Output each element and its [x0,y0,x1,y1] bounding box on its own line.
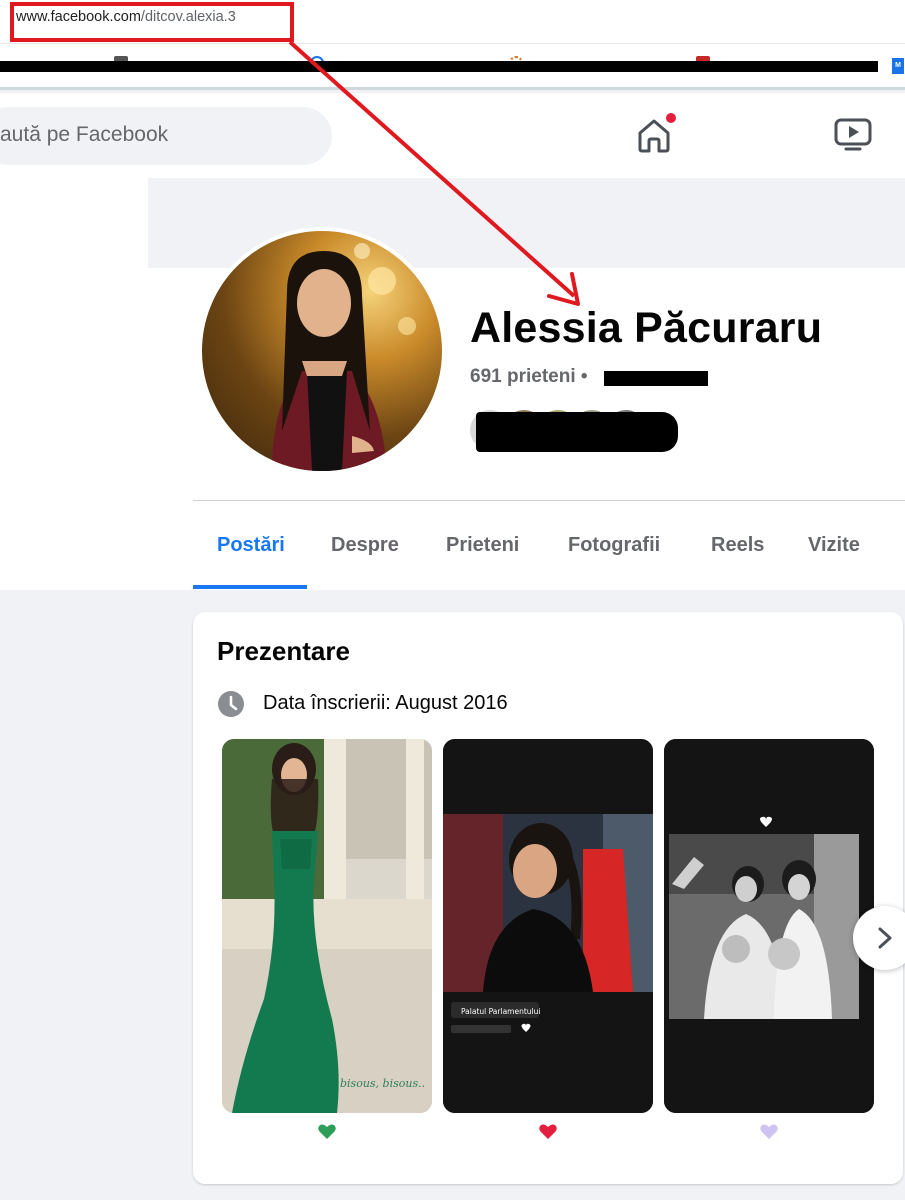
joined-date: Data înscrierii: August 2016 [263,692,508,714]
profile-name: Alessia Păcuraru [470,304,823,352]
redaction-bar-friends [476,412,678,452]
tab-posts[interactable]: Postări [217,534,285,557]
search-placeholder: aută pe Facebook [0,123,169,146]
heart-icon-lavender [760,1124,778,1139]
friends-separator: • [575,366,588,387]
tab-reels[interactable]: Reels [711,534,764,557]
story-caption: bisous, bisous.. [340,1077,425,1090]
redaction-bar-mutual [604,371,708,386]
tab-photos[interactable]: Fotografii [568,534,660,557]
heart-icon-green [318,1124,336,1139]
avatar-portrait [272,243,416,471]
story-image: Palatul Parlamentului [443,739,653,1113]
clock-icon [218,691,244,717]
featured-story[interactable]: bisous, bisous.. [222,739,432,1113]
friends-count[interactable]: 691 prieteni • [470,366,588,388]
profile-divider [193,500,905,501]
featured-story[interactable] [664,739,874,1113]
tab-friends[interactable]: Prieteni [446,534,519,557]
story-image: bisous, bisous.. [222,739,432,1113]
heart-icon-red [539,1124,557,1139]
active-tab-indicator [193,585,307,589]
left-column [0,178,148,590]
tab-check-ins[interactable]: Vizite [808,534,860,557]
story-image [664,739,874,1113]
facebook-top-nav: aută pe Facebook [0,93,905,178]
notification-dot [666,113,676,123]
annotation-url-highlight-box [10,2,294,42]
tab-about[interactable]: Despre [331,534,399,557]
featured-story[interactable]: Palatul Parlamentului [443,739,653,1113]
video-icon[interactable] [832,115,874,155]
bookmark-edge-icon[interactable]: M [892,58,904,74]
redaction-bar-bookmarks [0,61,878,72]
profile-avatar[interactable] [198,227,446,475]
intro-title: Prezentare [217,636,350,666]
search-input[interactable]: aută pe Facebook [0,107,332,165]
story-caption: Palatul Parlamentului [461,1007,540,1016]
intro-card: Prezentare Data înscrierii: August 2016 … [193,612,903,1184]
chevron-right-icon [878,927,892,949]
friends-count-text: 691 prieteni [470,366,576,387]
